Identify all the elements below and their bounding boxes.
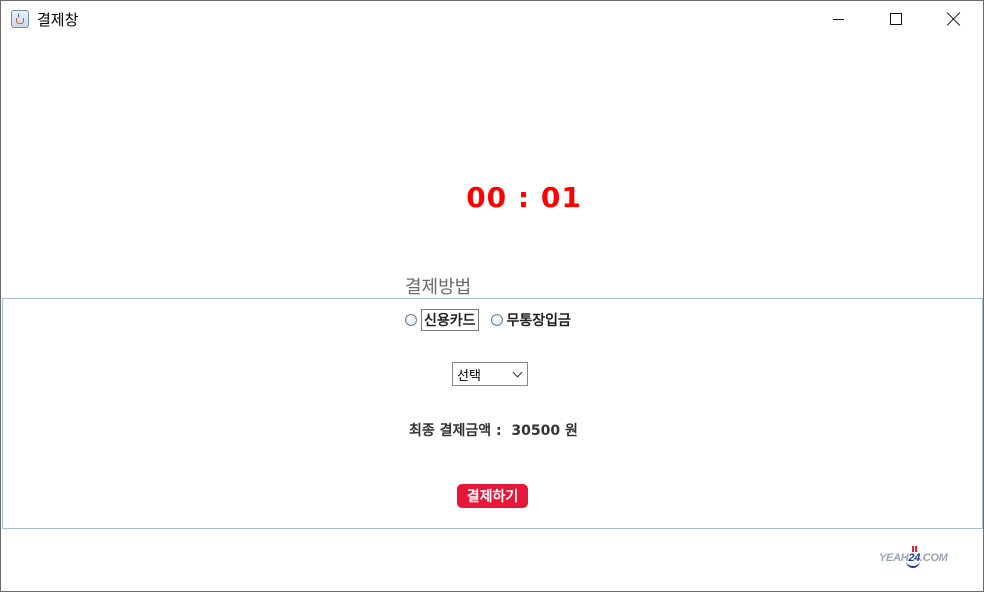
close-button[interactable] bbox=[925, 1, 983, 37]
maximize-icon bbox=[890, 13, 902, 25]
final-amount: 최종 결제금액 : 30500 원 bbox=[409, 423, 578, 439]
select-value: 선택 bbox=[457, 369, 481, 384]
window-title: 결제창 bbox=[37, 11, 79, 29]
java-app-icon bbox=[11, 10, 29, 28]
radio-button-icon[interactable] bbox=[490, 314, 503, 326]
chevron-down-icon bbox=[512, 367, 523, 378]
pay-button[interactable]: 결제하기 bbox=[457, 484, 528, 508]
close-icon bbox=[947, 12, 961, 26]
minimize-button[interactable] bbox=[809, 1, 867, 37]
radio-credit-card-label[interactable]: 신용카드 bbox=[421, 309, 479, 331]
radio-bank-transfer-label[interactable]: 무통장입금 bbox=[507, 310, 571, 330]
maximize-button[interactable] bbox=[867, 1, 925, 37]
logo-suffix: .COM bbox=[920, 552, 948, 564]
minimize-icon bbox=[832, 18, 844, 20]
yeah24-logo: YEAH24.COM bbox=[879, 546, 949, 572]
radio-button-icon[interactable] bbox=[405, 314, 417, 326]
payment-window: 결제창 00 : 01 결제방법 신용카드 무통장입금 선택 최종 결제금액 :… bbox=[0, 0, 984, 592]
logo-prefix: YEAH bbox=[879, 552, 909, 564]
payment-method-title: 결제방법 bbox=[405, 277, 472, 298]
payment-method-options: 신용카드 무통장입금 bbox=[405, 309, 583, 331]
radio-bank-transfer[interactable]: 무통장입금 bbox=[490, 310, 571, 330]
payment-detail-select[interactable]: 선택 bbox=[452, 362, 528, 386]
radio-credit-card[interactable]: 신용카드 bbox=[405, 309, 479, 331]
countdown-timer: 00 : 01 bbox=[466, 181, 582, 214]
logo-smile-icon bbox=[906, 560, 920, 568]
title-bar[interactable]: 결제창 bbox=[1, 1, 983, 37]
